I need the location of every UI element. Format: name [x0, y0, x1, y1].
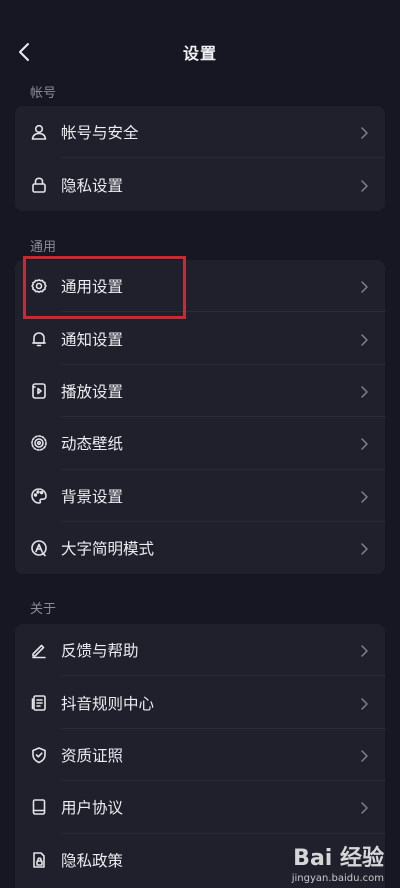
settings-row-user-agreement[interactable]: 用户协议 — [15, 781, 385, 834]
palette-icon — [30, 487, 48, 505]
account-card: 帐号与安全 隐私设置 — [15, 106, 385, 211]
row-label: 动态壁纸 — [61, 435, 124, 454]
book-icon — [30, 798, 48, 816]
chevron-right-icon — [359, 800, 369, 815]
row-label: 资质证照 — [61, 746, 124, 765]
section-label-about: 关于 — [30, 602, 57, 617]
bell-icon — [30, 330, 48, 348]
chevron-right-icon — [359, 696, 369, 710]
row-label: 隐私政策 — [61, 851, 124, 870]
header: 设置 — [0, 0, 400, 100]
settings-row-background[interactable]: 背景设置 — [15, 470, 385, 522]
lock-icon — [30, 176, 48, 194]
settings-row-certificates[interactable]: 资质证照 — [15, 729, 385, 782]
settings-row-general[interactable]: 通用设置 — [15, 260, 385, 313]
baidu-jingyan-watermark: Bai 经验 jingyan.baidu.com — [248, 838, 388, 884]
watermark-sub: jingyan.baidu.com — [291, 873, 384, 884]
large-text-icon — [30, 539, 48, 557]
live-wallpaper-icon — [30, 434, 48, 452]
row-label: 大字简明模式 — [61, 540, 155, 559]
edit-pen-icon — [30, 641, 48, 659]
settings-row-live-wallpaper[interactable]: 动态壁纸 — [15, 417, 385, 470]
chevron-right-icon — [359, 541, 369, 555]
chevron-right-icon — [359, 436, 369, 451]
shield-check-icon — [30, 746, 48, 764]
settings-row-large-text[interactable]: 大字简明模式 — [15, 522, 385, 574]
chevron-right-icon — [359, 643, 369, 657]
section-label-general: 通用 — [30, 240, 57, 255]
general-card: 通用设置 通知设置 播放设置 动态壁纸 背景设置 大字简明模式 — [15, 260, 385, 575]
chevron-right-icon — [359, 489, 369, 503]
row-label: 通知设置 — [61, 330, 124, 349]
user-icon — [30, 123, 48, 141]
section-label-account: 帐号 — [30, 86, 57, 101]
settings-row-account-security[interactable]: 帐号与安全 — [15, 106, 385, 159]
row-label: 通用设置 — [61, 278, 124, 297]
page-title: 设置 — [182, 44, 217, 63]
chevron-right-icon — [359, 279, 369, 293]
chevron-right-icon — [359, 178, 369, 192]
chevron-right-icon — [359, 384, 369, 398]
settings-row-rules[interactable]: 抖音规则中心 — [15, 676, 385, 729]
settings-row-notification[interactable]: 通知设置 — [15, 312, 385, 365]
privacy-doc-icon — [30, 851, 48, 869]
row-label: 抖音规则中心 — [61, 694, 155, 713]
gear-icon — [30, 277, 48, 295]
rules-doc-icon — [30, 694, 48, 712]
row-label: 用户协议 — [61, 799, 124, 818]
play-settings-icon — [30, 382, 48, 400]
row-label: 隐私设置 — [61, 176, 124, 195]
watermark-main: Bai 经验 — [293, 846, 384, 871]
settings-row-feedback[interactable]: 反馈与帮助 — [15, 624, 385, 677]
chevron-right-icon — [359, 748, 369, 762]
settings-row-playback[interactable]: 播放设置 — [15, 365, 385, 418]
row-label: 播放设置 — [61, 382, 124, 401]
settings-row-privacy[interactable]: 隐私设置 — [15, 158, 385, 210]
chevron-right-icon — [359, 332, 369, 346]
row-label: 帐号与安全 — [61, 124, 139, 143]
chevron-right-icon — [359, 125, 369, 139]
row-label: 反馈与帮助 — [61, 642, 139, 661]
row-label: 背景设置 — [61, 487, 124, 506]
